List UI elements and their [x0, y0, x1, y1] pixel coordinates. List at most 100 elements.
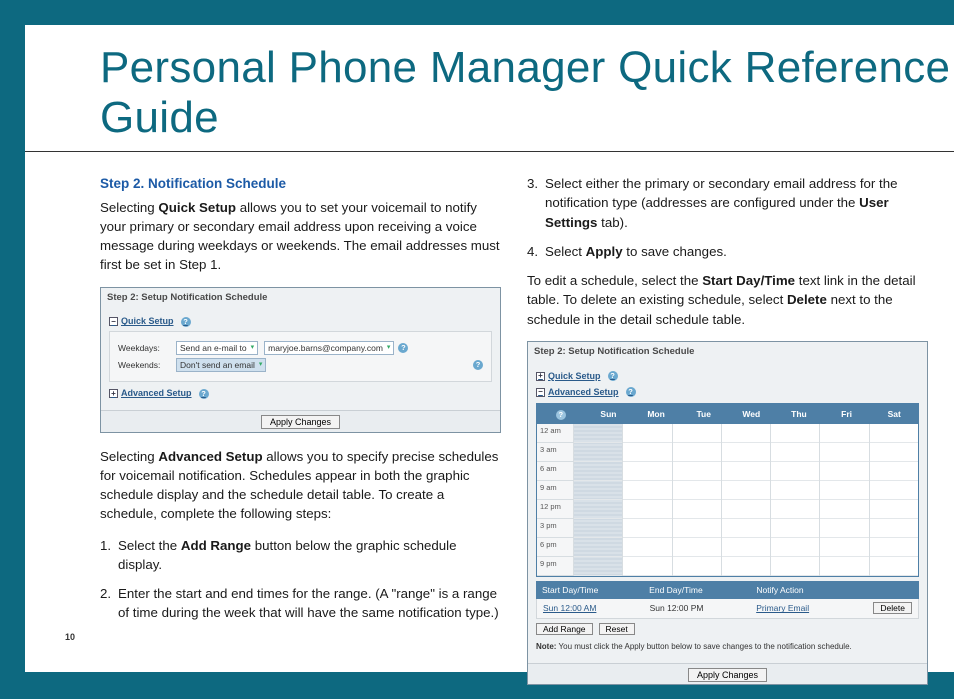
- reset-button[interactable]: Reset: [599, 623, 635, 635]
- select-value: maryjoe.barns@company.com: [268, 342, 383, 354]
- day-column-sat[interactable]: [869, 424, 918, 576]
- bold-text: Quick Setup: [158, 200, 236, 215]
- text: Select: [545, 244, 586, 259]
- col-header: Start Day/Time: [542, 584, 649, 596]
- list-text: Select Apply to save changes.: [545, 242, 928, 261]
- step-heading: Step 2. Notification Schedule: [100, 174, 501, 194]
- time-label: 9 pm: [537, 557, 573, 576]
- link-text: Advanced Setup: [121, 387, 192, 400]
- day-column-mon[interactable]: [622, 424, 671, 576]
- list-number: 1.: [100, 536, 118, 575]
- col-header: [864, 584, 913, 596]
- two-column-layout: Step 2. Notification Schedule Selecting …: [25, 152, 954, 699]
- time-label: 9 am: [537, 481, 573, 500]
- weekdays-action-select[interactable]: Send an e-mail to▾: [176, 341, 258, 355]
- delete-button[interactable]: Delete: [873, 602, 912, 614]
- help-icon[interactable]: ?: [473, 360, 483, 370]
- quick-setup-toggle[interactable]: + Quick Setup ?: [536, 370, 919, 383]
- day-header: Fri: [823, 404, 871, 424]
- minus-icon: −: [109, 317, 118, 326]
- list-item: 3. Select either the primary or secondar…: [527, 174, 928, 232]
- plus-icon: +: [536, 372, 545, 381]
- panel-title: Step 2: Setup Notification Schedule: [101, 288, 500, 308]
- page-number: 10: [65, 632, 75, 642]
- day-header: Mon: [632, 404, 680, 424]
- text: to save changes.: [623, 244, 727, 259]
- weekdays-email-select[interactable]: maryjoe.barns@company.com ▾: [264, 341, 394, 355]
- time-label: 12 pm: [537, 500, 573, 519]
- day-column-fri[interactable]: [819, 424, 868, 576]
- time-label: 3 am: [537, 443, 573, 462]
- notify-action-link[interactable]: Primary Email: [756, 603, 809, 613]
- column-right: 3. Select either the primary or secondar…: [527, 174, 928, 699]
- end-time-cell: Sun 12:00 PM: [650, 602, 757, 614]
- text: Selecting: [100, 200, 158, 215]
- list-number: 2.: [100, 584, 118, 623]
- apply-changes-button[interactable]: Apply Changes: [261, 415, 340, 429]
- weekdays-row: Weekdays: Send an e-mail to▾ maryjoe.bar…: [118, 341, 483, 355]
- day-header: Thu: [775, 404, 823, 424]
- day-header: Sat: [870, 404, 918, 424]
- plus-icon: +: [109, 389, 118, 398]
- quick-setup-toggle[interactable]: − Quick Setup ?: [109, 315, 492, 328]
- link-text: Quick Setup: [548, 370, 601, 383]
- add-range-button[interactable]: Add Range: [536, 623, 593, 635]
- panel-title: Step 2: Setup Notification Schedule: [528, 342, 927, 362]
- bold-text: Start Day/Time: [702, 273, 795, 288]
- text: Select either the primary or secondary e…: [545, 176, 898, 210]
- list-text: Select the Add Range button below the gr…: [118, 536, 501, 575]
- advanced-setup-toggle[interactable]: + Advanced Setup ?: [109, 387, 492, 400]
- help-icon[interactable]: ?: [626, 387, 636, 397]
- column-left: Step 2. Notification Schedule Selecting …: [100, 174, 501, 699]
- list-item: 4. Select Apply to save changes.: [527, 242, 928, 261]
- schedule-buttons-row: Add Range Reset: [536, 619, 919, 639]
- help-icon[interactable]: ?: [199, 389, 209, 399]
- advanced-setup-panel: Step 2: Setup Notification Schedule + Qu…: [527, 341, 928, 685]
- panel-footer: Apply Changes: [528, 663, 927, 684]
- help-icon[interactable]: ?: [556, 410, 566, 420]
- panel-footer: Apply Changes: [101, 410, 500, 431]
- apply-changes-button[interactable]: Apply Changes: [688, 668, 767, 682]
- select-value: Don't send an email: [180, 359, 255, 371]
- time-label: 6 am: [537, 462, 573, 481]
- paragraph: To edit a schedule, select the Start Day…: [527, 271, 928, 329]
- chevron-down-icon: ▾: [251, 343, 255, 353]
- detail-table-header: Start Day/Time End Day/Time Notify Actio…: [536, 581, 919, 599]
- help-icon[interactable]: ?: [608, 371, 618, 381]
- help-icon[interactable]: ?: [181, 317, 191, 327]
- text: Select the: [118, 538, 181, 553]
- bold-text: Delete: [787, 292, 827, 307]
- paragraph: Selecting Quick Setup allows you to set …: [100, 198, 501, 275]
- link-text: Advanced Setup: [548, 386, 619, 399]
- panel-body: − Quick Setup ? Weekdays: Send an e-mail…: [101, 307, 500, 410]
- start-time-link[interactable]: Sun 12:00 AM: [543, 603, 596, 613]
- help-icon[interactable]: ?: [398, 343, 408, 353]
- day-column-sun[interactable]: [573, 424, 622, 576]
- list-text: Enter the start and end times for the ra…: [118, 584, 501, 623]
- text: To edit a schedule, select the: [527, 273, 702, 288]
- day-header: Wed: [728, 404, 776, 424]
- field-label: Weekends:: [118, 359, 176, 371]
- time-label: 12 am: [537, 424, 573, 443]
- list-number: 3.: [527, 174, 545, 232]
- schedule-header-row: ? Sun Mon Tue Wed Thu Fri Sat: [537, 404, 918, 424]
- day-column-tue[interactable]: [672, 424, 721, 576]
- advanced-setup-toggle[interactable]: − Advanced Setup ?: [536, 386, 919, 399]
- list-text: Select either the primary or secondary e…: [545, 174, 928, 232]
- day-column-thu[interactable]: [770, 424, 819, 576]
- chevron-down-icon: ▾: [387, 343, 391, 353]
- day-header: Sun: [585, 404, 633, 424]
- bold-text: Advanced Setup: [158, 449, 262, 464]
- schedule-grid: ? Sun Mon Tue Wed Thu Fri Sat 12 am: [536, 403, 919, 577]
- col-header: Notify Action: [756, 584, 863, 596]
- paragraph: Selecting Advanced Setup allows you to s…: [100, 447, 501, 524]
- list-item: 2. Enter the start and end times for the…: [100, 584, 501, 623]
- document-page: Personal Phone Manager Quick Reference G…: [25, 25, 954, 672]
- day-column-wed[interactable]: [721, 424, 770, 576]
- weekends-action-select[interactable]: Don't send an email ▾: [176, 358, 266, 372]
- text: You must click the Apply button below to…: [556, 642, 851, 651]
- chevron-down-icon: ▾: [259, 360, 263, 370]
- bold-text: Apply: [586, 244, 623, 259]
- note-text: Note: You must click the Apply button be…: [536, 639, 919, 657]
- minus-icon: −: [536, 388, 545, 397]
